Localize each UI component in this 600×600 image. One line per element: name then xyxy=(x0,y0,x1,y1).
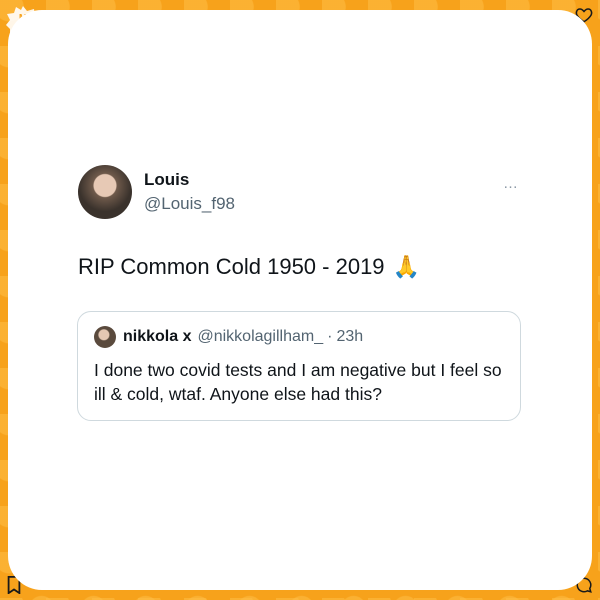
quoted-tweet-text: I done two covid tests and I am negative… xyxy=(94,360,502,404)
avatar[interactable] xyxy=(78,165,132,219)
handle[interactable]: @Louis_f98 xyxy=(144,194,235,214)
tweet-header: Louis @Louis_f98 xyxy=(78,165,235,219)
quoted-timestamp: 23h xyxy=(336,328,364,345)
author-block: Louis @Louis_f98 xyxy=(144,170,235,214)
quoted-avatar xyxy=(94,326,116,348)
post-frame: M M Louis @Louis_f98 … RIP Common Cold 1… xyxy=(0,0,600,600)
quoted-display-name: nikkola x xyxy=(123,328,192,345)
tweet-body: RIP Common Cold 1950 - 2019 xyxy=(78,254,385,279)
tweet-text: RIP Common Cold 1950 - 2019 🙏 xyxy=(78,254,420,280)
quoted-separator: · xyxy=(327,328,333,345)
tweet-card xyxy=(8,10,592,590)
more-options-icon[interactable]: … xyxy=(503,175,519,192)
quoted-tweet-header: nikkola x @nikkolagillham_ · 23h xyxy=(94,326,504,348)
pray-emoji-icon: 🙏 xyxy=(392,254,420,279)
quoted-handle: @nikkolagillham_ xyxy=(197,328,324,345)
display-name[interactable]: Louis xyxy=(144,170,235,190)
quoted-tweet[interactable]: nikkola x @nikkolagillham_ · 23h I done … xyxy=(77,311,521,421)
